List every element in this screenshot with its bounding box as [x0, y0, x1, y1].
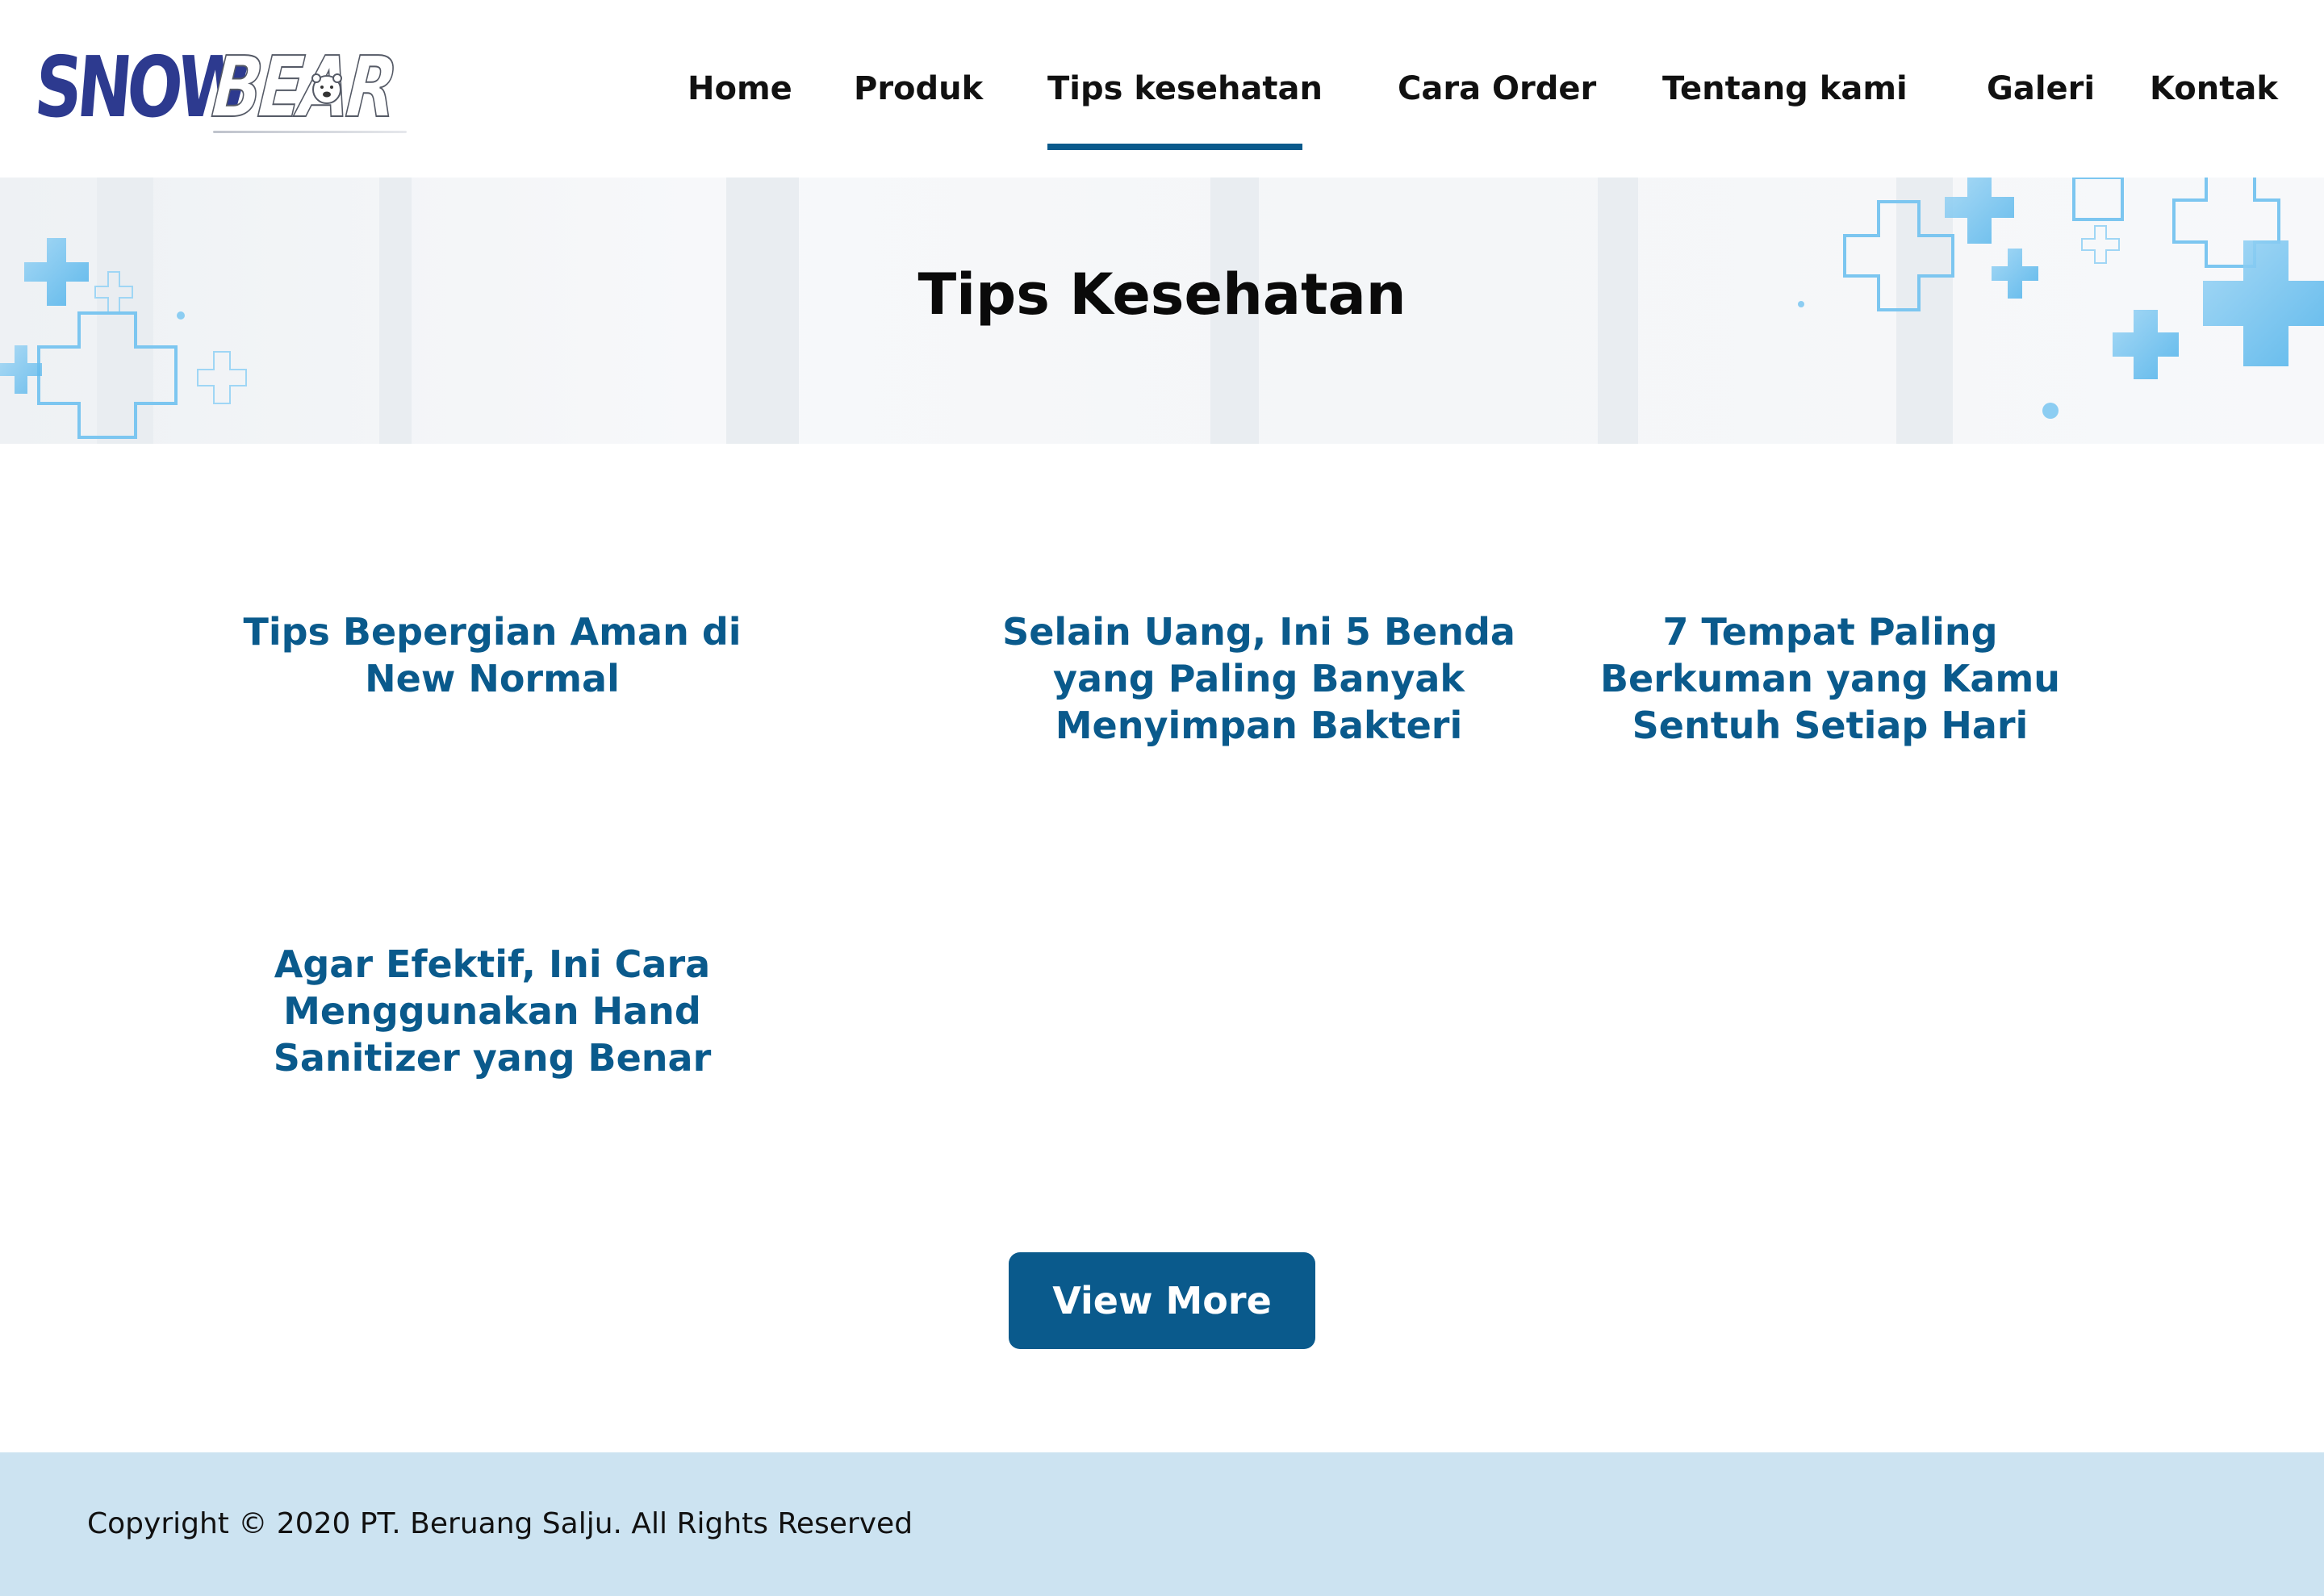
copyright-text: Copyright © 2020 PT. Beruang Salju. All … [87, 1507, 913, 1540]
nav-home[interactable]: Home [688, 66, 792, 111]
nav-tentang-kami[interactable]: Tentang kami [1662, 66, 1908, 111]
nav-galeri[interactable]: Galeri [1987, 66, 2095, 111]
nav-kontak[interactable]: Kontak [2150, 66, 2278, 111]
article-title-link[interactable]: Tips Bepergian Aman di New Normal [234, 608, 750, 702]
site-footer: Copyright © 2020 PT. Beruang Salju. All … [0, 1452, 2324, 1596]
nav-cara-order[interactable]: Cara Order [1398, 66, 1596, 111]
article-title-link[interactable]: Agar Efektif, Ini Cara Menggunakan Hand … [234, 941, 750, 1081]
hero-banner: Tips Kesehatan [0, 178, 2324, 444]
site-header: SNOW BEAR Home Produk Tips kesehatan Car… [0, 0, 2324, 178]
active-nav-underline [1047, 144, 1302, 150]
article-title-link[interactable]: 7 Tempat Paling Berkuman yang Kamu Sentu… [1574, 608, 2087, 749]
nav-tips-kesehatan[interactable]: Tips kesehatan [1047, 66, 1323, 111]
nav-produk[interactable]: Produk [854, 66, 983, 111]
view-more-button[interactable]: View More [1009, 1252, 1315, 1349]
article-title-link[interactable]: Selain Uang, Ini 5 Benda yang Paling Ban… [994, 608, 1524, 749]
main-nav: Home Produk Tips kesehatan Cara Order Te… [0, 0, 2324, 178]
page-title: Tips Kesehatan [917, 261, 1407, 328]
